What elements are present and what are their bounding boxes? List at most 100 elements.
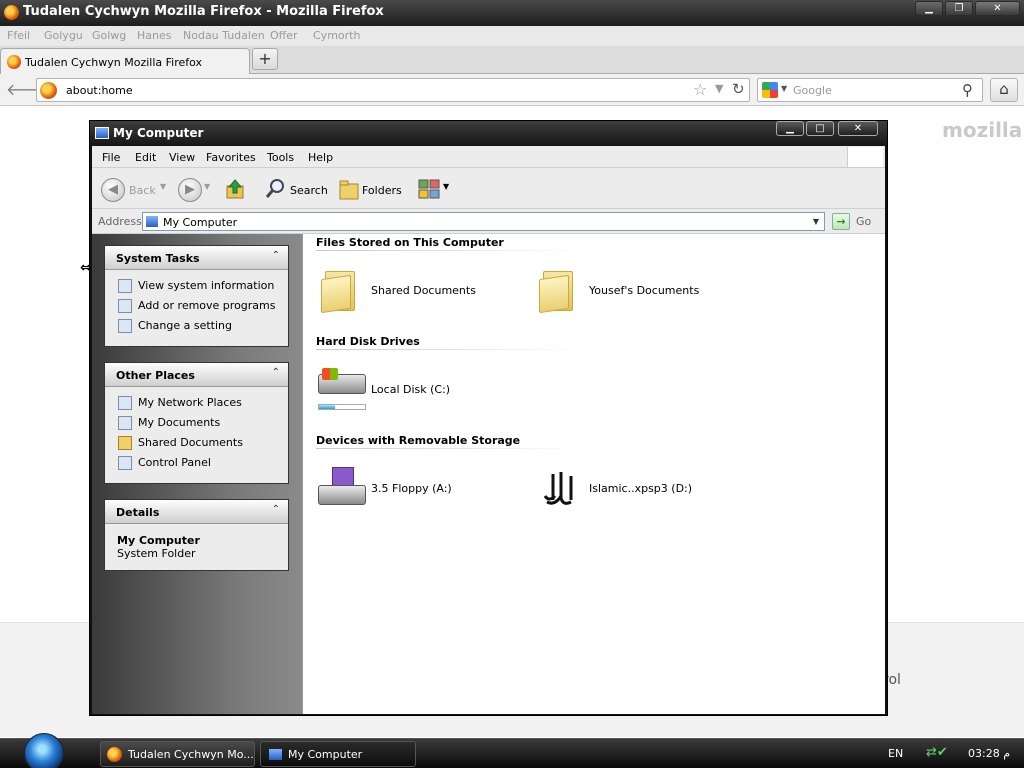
task-view-system-information[interactable]: View system information: [105, 276, 288, 296]
close-button[interactable]: ✕: [975, 1, 1020, 16]
hard-disk-icon[interactable]: [318, 368, 366, 402]
taskbar-my-computer[interactable]: My Computer: [260, 741, 416, 767]
place-my-documents[interactable]: My Documents: [105, 413, 288, 433]
minimize-button[interactable]: ▁: [915, 1, 943, 16]
tab-home[interactable]: Tudalen Cychwyn Mozilla Firefox: [0, 48, 250, 75]
back-button-label[interactable]: Back: [129, 184, 156, 197]
menu-help[interactable]: Help: [308, 151, 333, 164]
history-dropdown-icon[interactable]: ▼: [715, 82, 723, 95]
language-indicator[interactable]: EN: [888, 747, 903, 760]
views-dropdown-icon[interactable]: ▼: [443, 182, 449, 191]
place-label[interactable]: My Documents: [138, 416, 220, 429]
menu-favorites[interactable]: Favorites: [206, 151, 256, 164]
url-text[interactable]: about:home: [66, 84, 133, 97]
item-cd-drive[interactable]: Islamic..xpsp3 (D:): [589, 482, 692, 495]
collapse-chevron-icon[interactable]: ⌃: [272, 367, 280, 378]
place-label[interactable]: Shared Documents: [138, 436, 243, 449]
menu-ffeil[interactable]: Ffeil: [7, 29, 30, 42]
details-header[interactable]: Details ⌃: [105, 500, 288, 524]
firefox-window-title: Tudalen Cychwyn Mozilla Firefox - Mozill…: [23, 4, 384, 19]
back-arrow-icon[interactable]: 🡐: [6, 80, 49, 102]
place-label[interactable]: Control Panel: [138, 456, 211, 469]
folders-icon[interactable]: [338, 178, 360, 200]
control-panel-icon: [118, 456, 132, 470]
go-button-label[interactable]: Go: [856, 215, 871, 228]
task-add-remove-programs[interactable]: Add or remove programs: [105, 296, 288, 316]
address-field[interactable]: My Computer ▼: [142, 212, 825, 231]
back-button-icon[interactable]: ◀: [101, 178, 125, 202]
forward-dropdown-icon[interactable]: ▼: [204, 182, 210, 191]
task-label[interactable]: View system information: [138, 279, 274, 292]
url-bar[interactable]: about:home ☆ ▼ ↻: [36, 78, 750, 102]
forward-button-icon[interactable]: ▶: [178, 178, 202, 202]
explorer-minimize-button[interactable]: ▁: [776, 121, 804, 136]
restore-button[interactable]: ❐: [945, 1, 973, 16]
shared-documents-folder-icon[interactable]: [321, 267, 357, 314]
back-dropdown-icon[interactable]: ▼: [160, 182, 166, 191]
up-folder-icon[interactable]: [224, 178, 246, 200]
explorer-titlebar[interactable]: My Computer ▁ □ ✕: [90, 121, 887, 146]
start-button-icon[interactable]: [24, 733, 64, 768]
users-documents-folder-icon[interactable]: [539, 267, 575, 314]
reload-icon[interactable]: ↻: [732, 80, 745, 98]
google-engine-icon[interactable]: [762, 82, 778, 98]
other-places-header[interactable]: Other Places ⌃: [105, 363, 288, 387]
explorer-maximize-button[interactable]: □: [806, 121, 834, 136]
clock[interactable]: 03:28 م: [968, 747, 1010, 760]
menu-golwg[interactable]: Golwg: [92, 29, 126, 42]
taskbar-firefox-label: Tudalen Cychwyn Mo...: [128, 748, 254, 761]
menu-nodau-tudalen[interactable]: Nodau Tudalen: [183, 29, 265, 42]
search-placeholder[interactable]: Google: [793, 84, 832, 97]
floppy-drive-icon[interactable]: [318, 467, 366, 507]
menu-edit[interactable]: Edit: [135, 151, 156, 164]
task-change-setting[interactable]: Change a setting: [105, 316, 288, 336]
tray-network-icon[interactable]: ⇄✔: [926, 745, 948, 760]
place-label[interactable]: My Network Places: [138, 396, 242, 409]
item-local-disk[interactable]: Local Disk (C:): [371, 383, 450, 396]
go-arrow-icon[interactable]: →: [832, 213, 850, 230]
menu-cymorth[interactable]: Cymorth: [313, 29, 360, 42]
task-label[interactable]: Add or remove programs: [138, 299, 276, 312]
folders-button-label[interactable]: Folders: [362, 184, 402, 197]
menu-file[interactable]: File: [102, 151, 120, 164]
item-floppy[interactable]: 3.5 Floppy (A:): [371, 482, 452, 495]
search-icon[interactable]: [264, 178, 286, 200]
firefox-task-icon: [107, 747, 122, 762]
item-shared-documents[interactable]: Shared Documents: [371, 284, 476, 297]
explorer-close-button[interactable]: ✕: [838, 121, 878, 136]
explorer-window: My Computer ▁ □ ✕ File Edit View Favorit…: [89, 120, 888, 716]
cd-drive-calligraphy-icon[interactable]: [541, 466, 581, 508]
place-control-panel[interactable]: Control Panel: [105, 453, 288, 473]
address-dropdown-icon[interactable]: ▼: [808, 213, 824, 230]
search-box[interactable]: ▼ Google ⚲: [757, 78, 983, 102]
menu-hanes[interactable]: Hanes: [137, 29, 171, 42]
site-identity-icon[interactable]: [40, 82, 57, 99]
new-tab-button[interactable]: +: [252, 48, 278, 70]
search-button-label[interactable]: Search: [290, 184, 328, 197]
taskbar-firefox[interactable]: Tudalen Cychwyn Mo...: [100, 741, 255, 767]
bookmark-star-icon[interactable]: ☆: [693, 80, 707, 99]
collapse-chevron-icon[interactable]: ⌃: [272, 250, 280, 261]
address-value[interactable]: My Computer: [163, 216, 237, 229]
explorer-body: System Tasks ⌃ View system information A…: [92, 234, 885, 714]
menu-tools[interactable]: Tools: [267, 151, 294, 164]
explorer-menubar: File Edit View Favorites Tools Help: [92, 146, 885, 168]
system-tasks-header[interactable]: System Tasks ⌃: [105, 246, 288, 270]
menu-offer[interactable]: Offer: [270, 29, 298, 42]
views-icon[interactable]: [418, 178, 442, 200]
menu-golygu[interactable]: Golygu: [44, 29, 83, 42]
engine-dropdown-icon[interactable]: ▼: [781, 84, 787, 93]
menu-view[interactable]: View: [169, 151, 195, 164]
collapse-chevron-icon[interactable]: ⌃: [272, 504, 280, 515]
section-removable-heading: Devices with Removable Storage: [316, 434, 521, 447]
place-my-network-places[interactable]: My Network Places: [105, 393, 288, 413]
system-tasks-title: System Tasks: [116, 252, 200, 265]
home-icon[interactable]: ⌂: [990, 78, 1018, 102]
task-label[interactable]: Change a setting: [138, 319, 232, 332]
item-users-documents[interactable]: Yousef's Documents: [589, 284, 699, 297]
network-icon: [118, 396, 132, 410]
firefox-favicon-icon: [7, 55, 21, 69]
documents-icon: [118, 416, 132, 430]
place-shared-documents[interactable]: Shared Documents: [105, 433, 288, 453]
search-magnifier-icon[interactable]: ⚲: [962, 81, 973, 99]
